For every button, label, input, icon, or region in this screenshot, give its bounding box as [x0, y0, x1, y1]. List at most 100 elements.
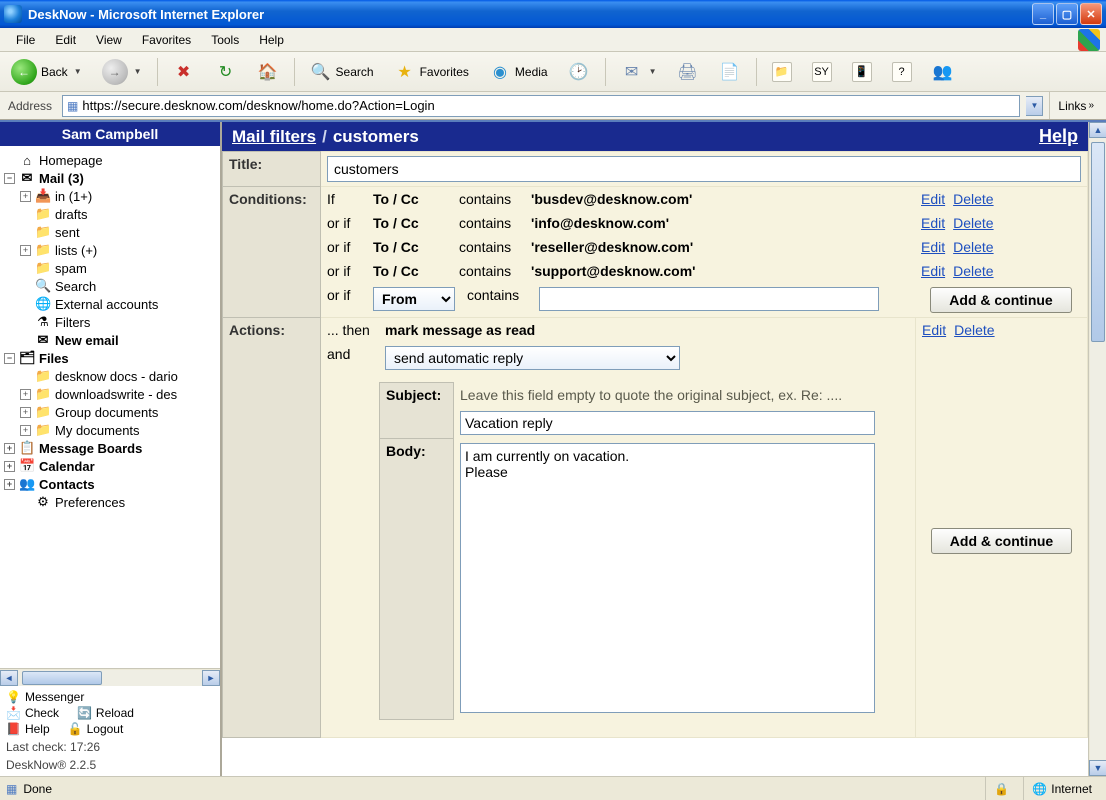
cond-edit-link[interactable]: Edit	[921, 239, 945, 255]
action-delete-link[interactable]: Delete	[954, 322, 994, 338]
check-link[interactable]: 📩Check	[6, 706, 59, 720]
window-minimize-button[interactable]: _	[1032, 3, 1054, 25]
nav-mail-search[interactable]: 🔍Search	[4, 277, 218, 295]
ext-button-2[interactable]: SY	[805, 57, 839, 87]
expand-icon[interactable]: +	[4, 443, 15, 454]
expand-icon[interactable]: +	[20, 389, 31, 400]
scroll-down-button[interactable]: ▼	[1089, 760, 1106, 776]
cond-edit-link[interactable]: Edit	[921, 215, 945, 231]
add-condition-button[interactable]: Add & continue	[930, 287, 1071, 313]
menu-favorites[interactable]: Favorites	[132, 30, 201, 50]
cond-delete-link[interactable]: Delete	[953, 263, 993, 279]
expand-icon[interactable]: +	[4, 479, 15, 490]
add-action-button[interactable]: Add & continue	[931, 528, 1072, 554]
scroll-thumb[interactable]	[22, 671, 102, 685]
links-button[interactable]: Links»	[1049, 92, 1102, 119]
scroll-track[interactable]	[18, 670, 202, 686]
nav-mail[interactable]: −✉Mail (3)	[4, 169, 218, 187]
ext-button-3[interactable]: 📱	[845, 57, 879, 87]
nav-mail-new[interactable]: ✉New email	[4, 331, 218, 349]
nav-mail-spam[interactable]: 📁spam	[4, 259, 218, 277]
messenger-button[interactable]: 👥	[925, 57, 961, 87]
menu-view[interactable]: View	[86, 30, 132, 50]
filter-title-input[interactable]	[327, 156, 1081, 182]
subject-input[interactable]	[460, 411, 875, 435]
nav-files-group[interactable]: +📁Group documents	[4, 403, 218, 421]
forward-button[interactable]: → ▼	[95, 57, 149, 87]
nav-mail-filters[interactable]: ⚗Filters	[4, 313, 218, 331]
bulb-icon: 💡	[6, 690, 21, 704]
menu-help[interactable]: Help	[249, 30, 294, 50]
scroll-thumb[interactable]	[1091, 142, 1105, 342]
nav-files-dlw[interactable]: +📁downloadswrite - des	[4, 385, 218, 403]
window-maximize-button[interactable]: ▢	[1056, 3, 1078, 25]
nav-contacts[interactable]: +👥Contacts	[4, 475, 218, 493]
ext-button-4[interactable]: ?	[885, 57, 919, 87]
print-button[interactable]: 🖨	[670, 57, 706, 87]
scroll-left-button[interactable]: ◄	[0, 670, 18, 686]
cond-edit-link[interactable]: Edit	[921, 191, 945, 207]
search-button[interactable]: 🔍Search	[303, 57, 381, 87]
history-button[interactable]: 🕑	[561, 57, 597, 87]
sidebar-hscroll[interactable]: ◄ ►	[0, 668, 220, 686]
nav-mail-in[interactable]: +📥in (1+)	[4, 187, 218, 205]
breadcrumb-root[interactable]: Mail filters	[232, 127, 316, 147]
body-textarea[interactable]	[460, 443, 875, 713]
new-cond-field-select[interactable]: From	[373, 287, 455, 311]
scroll-up-button[interactable]: ▲	[1089, 122, 1106, 138]
logout-link[interactable]: 🔓Logout	[68, 722, 124, 736]
expand-icon[interactable]: +	[4, 461, 15, 472]
address-input[interactable]	[82, 98, 1015, 113]
nav-mail-drafts[interactable]: 📁drafts	[4, 205, 218, 223]
action-edit-link[interactable]: Edit	[922, 322, 946, 338]
messenger-link[interactable]: 💡Messenger	[6, 690, 214, 704]
cond-delete-link[interactable]: Delete	[953, 215, 993, 231]
nav-files[interactable]: −🗂Files	[4, 349, 218, 367]
nav-calendar[interactable]: +📅Calendar	[4, 457, 218, 475]
cond-delete-link[interactable]: Delete	[953, 239, 993, 255]
windows-flag-icon	[1078, 29, 1100, 51]
subject-label: Subject:	[380, 383, 454, 439]
media-button[interactable]: ◉Media	[482, 57, 555, 87]
nav-files-mydocs[interactable]: +📁My documents	[4, 421, 218, 439]
refresh-button[interactable]: ↻	[208, 57, 244, 87]
edit-button[interactable]: 📄	[712, 57, 748, 87]
scroll-track[interactable]	[1090, 138, 1106, 760]
cond-edit-link[interactable]: Edit	[921, 263, 945, 279]
nav-homepage[interactable]: ⌂Homepage	[4, 152, 218, 169]
nav-mail-lists[interactable]: +📁lists (+)	[4, 241, 218, 259]
mail-button[interactable]: ✉▼	[614, 57, 664, 87]
stop-button[interactable]: ✖	[166, 57, 202, 87]
menu-edit[interactable]: Edit	[45, 30, 86, 50]
scroll-right-button[interactable]: ►	[202, 670, 220, 686]
expand-icon[interactable]: +	[20, 407, 31, 418]
cond-delete-link[interactable]: Delete	[953, 191, 993, 207]
collapse-icon[interactable]: −	[4, 353, 15, 364]
help-link[interactable]: 📕Help	[6, 722, 50, 736]
browser-vscroll[interactable]: ▲ ▼	[1088, 122, 1106, 776]
boards-icon: 📋	[19, 440, 35, 456]
collapse-icon[interactable]: −	[4, 173, 15, 184]
expand-icon[interactable]: +	[20, 425, 31, 436]
action-select[interactable]: send automatic reply	[385, 346, 680, 370]
favorites-button[interactable]: ★Favorites	[387, 57, 476, 87]
address-dropdown-button[interactable]: ▼	[1026, 96, 1043, 116]
menu-file[interactable]: File	[6, 30, 45, 50]
nav-mail-sent[interactable]: 📁sent	[4, 223, 218, 241]
menu-tools[interactable]: Tools	[201, 30, 249, 50]
nav-preferences[interactable]: ⚙Preferences	[4, 493, 218, 511]
nav-mail-external[interactable]: 🌐External accounts	[4, 295, 218, 313]
window-close-button[interactable]: ✕	[1080, 3, 1102, 25]
page-icon: ▦	[6, 782, 17, 796]
home-button[interactable]: 🏠	[250, 57, 286, 87]
address-input-wrap[interactable]: ▦	[62, 95, 1020, 117]
help-link[interactable]: Help	[1039, 126, 1078, 147]
new-cond-value-input[interactable]	[539, 287, 879, 311]
expand-icon[interactable]: +	[20, 191, 31, 202]
ext-button-1[interactable]: 📁	[765, 57, 799, 87]
nav-boards[interactable]: +📋Message Boards	[4, 439, 218, 457]
expand-icon[interactable]: +	[20, 245, 31, 256]
reload-link[interactable]: 🔄Reload	[77, 706, 134, 720]
nav-files-dnd[interactable]: 📁desknow docs - dario	[4, 367, 218, 385]
back-button[interactable]: ← Back ▼	[4, 57, 89, 87]
